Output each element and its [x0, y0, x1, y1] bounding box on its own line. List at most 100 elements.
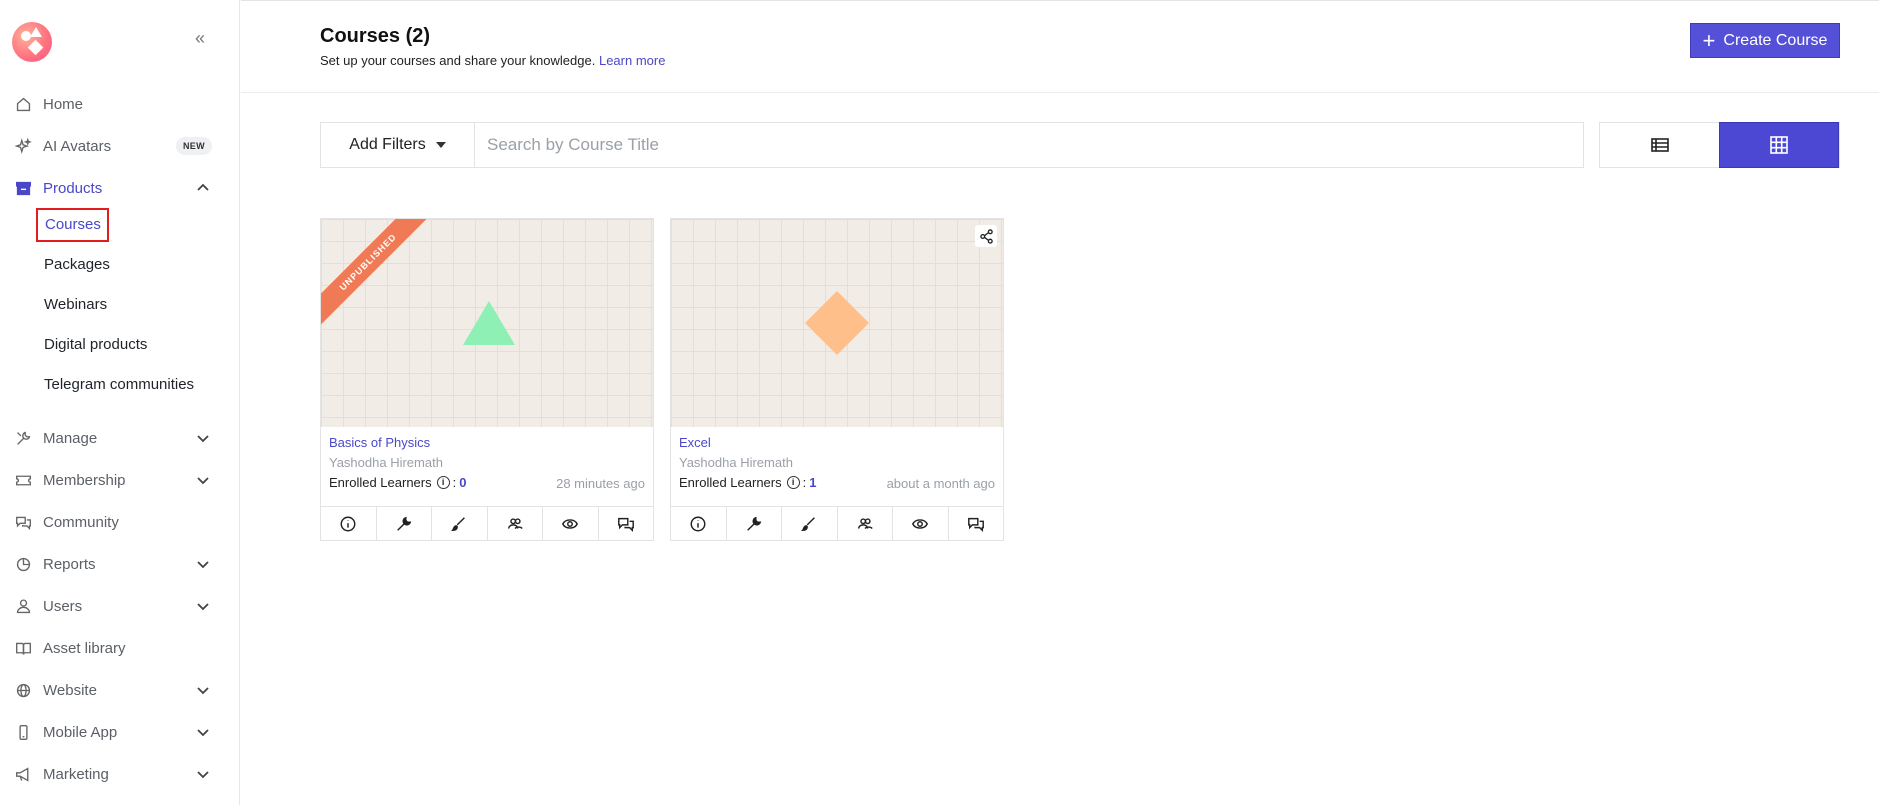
info-icon[interactable]: i [436, 476, 450, 489]
user-icon [14, 597, 32, 615]
megaphone-icon [14, 765, 32, 783]
enrolled-label: Enrolled Learners [329, 475, 432, 490]
sidebar-item-label: Community [43, 513, 119, 531]
info-icon[interactable]: i [786, 476, 800, 489]
sidebar-subitem-telegram-communities[interactable]: Telegram communities [44, 372, 194, 398]
course-info-button[interactable] [321, 507, 377, 541]
home-icon [14, 95, 32, 113]
learn-more-link[interactable]: Learn more [599, 53, 665, 68]
list-view-button[interactable] [1600, 123, 1719, 167]
sidebar-item-label: AI Avatars [43, 137, 112, 155]
discussion-icon [617, 517, 634, 533]
course-info-button[interactable] [671, 507, 727, 541]
course-title[interactable]: Excel [679, 435, 711, 450]
course-updated-time: about a month ago [886, 476, 995, 491]
course-preview-button[interactable] [893, 507, 949, 541]
sidebar-item-label: Website [43, 681, 97, 699]
course-actions [671, 506, 1003, 541]
enrolled-learners: Enrolled Learners i: 0 [329, 475, 467, 490]
course-settings-button[interactable] [727, 507, 782, 541]
new-badge: NEW [176, 137, 212, 155]
share-button[interactable] [975, 225, 997, 247]
info-icon [690, 516, 706, 532]
chevron-down-icon [196, 431, 210, 445]
sidebar-item-website[interactable]: Website [0, 675, 240, 705]
wrench-icon [396, 516, 412, 531]
course-title[interactable]: Basics of Physics [329, 435, 430, 450]
enrolled-learners: Enrolled Learners i: 1 [679, 475, 817, 490]
wrench-icon [746, 516, 762, 531]
sidebar-item-reports[interactable]: Reports [0, 549, 240, 579]
filter-bar: Add Filters [320, 122, 1584, 168]
list-view-icon [1650, 138, 1669, 152]
eye-icon [562, 519, 579, 529]
grid-view-button[interactable] [1719, 122, 1839, 168]
course-preview-button[interactable] [543, 507, 599, 541]
chevron-down-icon [196, 725, 210, 739]
course-learners-button[interactable] [838, 507, 893, 541]
course-card[interactable]: UNPUBLISHED Basics of Physics Yashodha H… [320, 218, 654, 541]
sidebar-item-label: Products [43, 179, 103, 197]
search-input[interactable] [475, 123, 1583, 167]
course-discussion-button[interactable] [599, 507, 654, 541]
caret-down-icon [435, 142, 446, 148]
book-icon [14, 639, 32, 657]
sidebar-subitem-webinars[interactable]: Webinars [44, 292, 107, 318]
create-course-label: Create Course [1723, 31, 1828, 49]
sidebar-item-products[interactable]: Products [0, 173, 240, 203]
sidebar-item-mobile-app[interactable]: Mobile App [0, 717, 240, 747]
grid-view-icon [1770, 136, 1788, 154]
sidebar-item-community[interactable]: Community [0, 507, 240, 537]
course-edit-button[interactable] [782, 507, 838, 541]
brush-icon [451, 517, 466, 532]
chevron-down-icon [196, 683, 210, 697]
sparkle-icon [14, 137, 32, 155]
sidebar-item-label: Users [43, 597, 83, 615]
course-updated-time: 28 minutes ago [556, 476, 645, 491]
sidebar-item-ai-avatars[interactable]: AI Avatars NEW [0, 131, 240, 161]
brand-logo[interactable] [12, 22, 52, 62]
info-icon [340, 516, 356, 532]
diamond-shape [805, 291, 869, 355]
sidebar-item-asset-library[interactable]: Asset library [0, 633, 240, 663]
sidebar-item-label: Manage [43, 429, 98, 447]
chevron-down-icon [196, 599, 210, 613]
course-author: Yashodha Hiremath [679, 455, 793, 470]
users-icon [857, 518, 873, 530]
sidebar-item-label: Mobile App [43, 723, 118, 741]
enrolled-count: 1 [809, 475, 817, 490]
sidebar-item-home[interactable]: Home [0, 89, 240, 119]
add-filters-label: Add Filters [349, 136, 426, 153]
course-settings-button[interactable] [377, 507, 432, 541]
course-card[interactable]: Excel Yashodha Hiremath Enrolled Learner… [670, 218, 1004, 541]
sidebar-item-manage[interactable]: Manage [0, 423, 240, 453]
create-course-button[interactable]: + Create Course [1690, 23, 1840, 58]
share-icon [979, 228, 993, 244]
tools-icon [14, 429, 32, 447]
sidebar: « Home AI Avatars NEW Products Courses P… [0, 0, 240, 805]
course-discussion-button[interactable] [949, 507, 1004, 541]
brush-icon [801, 517, 816, 532]
chat-icon [14, 513, 32, 531]
sidebar-subitem-digital-products[interactable]: Digital products [44, 332, 147, 358]
add-filters-dropdown[interactable]: Add Filters [321, 123, 475, 167]
sidebar-item-membership[interactable]: Membership [0, 465, 240, 495]
sidebar-item-label: Reports [43, 555, 96, 573]
course-author: Yashodha Hiremath [329, 455, 443, 470]
collapse-sidebar-icon[interactable]: « [190, 28, 210, 48]
sidebar-subitem-packages[interactable]: Packages [44, 252, 110, 278]
course-edit-button[interactable] [432, 507, 488, 541]
sidebar-item-marketing[interactable]: Marketing [0, 759, 240, 789]
users-icon [507, 518, 523, 530]
pie-chart-icon [14, 555, 32, 573]
course-learners-button[interactable] [488, 507, 543, 541]
globe-icon [14, 681, 32, 699]
sidebar-subitem-courses[interactable]: Courses [36, 208, 109, 242]
plus-icon: + [1702, 27, 1716, 53]
course-thumbnail[interactable]: UNPUBLISHED [321, 219, 653, 427]
course-actions [321, 506, 653, 541]
sidebar-item-users[interactable]: Users [0, 591, 240, 621]
chevron-down-icon [196, 767, 210, 781]
course-thumbnail[interactable] [671, 219, 1003, 427]
archive-icon [14, 179, 32, 197]
